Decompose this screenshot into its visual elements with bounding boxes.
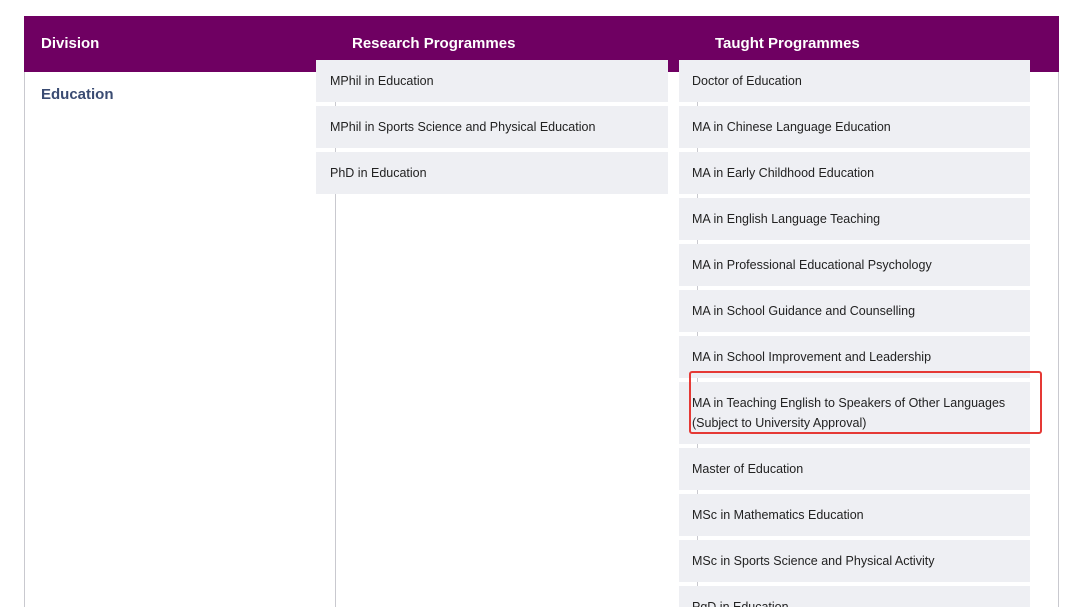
programme-link[interactable]: MA in Professional Educational Psycholog… <box>679 244 1030 286</box>
taught-programmes-list: Doctor of Education MA in Chinese Langua… <box>679 60 1030 607</box>
programme-link[interactable]: MSc in Mathematics Education <box>679 494 1030 536</box>
programme-link[interactable]: PgD in Education <box>679 586 1030 607</box>
programme-link[interactable]: MSc in Sports Science and Physical Activ… <box>679 540 1030 582</box>
programme-link[interactable]: PhD in Education <box>316 152 668 194</box>
programme-link[interactable]: MA in School Improvement and Leadership <box>679 336 1030 378</box>
header-division: Division <box>41 35 100 52</box>
column-divider <box>24 72 25 607</box>
programme-link[interactable]: MA in Early Childhood Education <box>679 152 1030 194</box>
division-education: Education <box>41 86 114 103</box>
programme-page: Division Research Programmes Taught Prog… <box>0 0 1080 607</box>
programme-link[interactable]: Doctor of Education <box>679 60 1030 102</box>
programme-link-highlighted[interactable]: MA in Teaching English to Speakers of Ot… <box>679 382 1030 444</box>
column-divider <box>1058 72 1059 607</box>
programme-link[interactable]: MA in English Language Teaching <box>679 198 1030 240</box>
research-programmes-list: MPhil in Education MPhil in Sports Scien… <box>316 60 668 198</box>
programme-link[interactable]: MA in School Guidance and Counselling <box>679 290 1030 332</box>
programme-link[interactable]: MPhil in Sports Science and Physical Edu… <box>316 106 668 148</box>
programme-link[interactable]: MA in Chinese Language Education <box>679 106 1030 148</box>
programme-link[interactable]: Master of Education <box>679 448 1030 490</box>
programme-link[interactable]: MPhil in Education <box>316 60 668 102</box>
